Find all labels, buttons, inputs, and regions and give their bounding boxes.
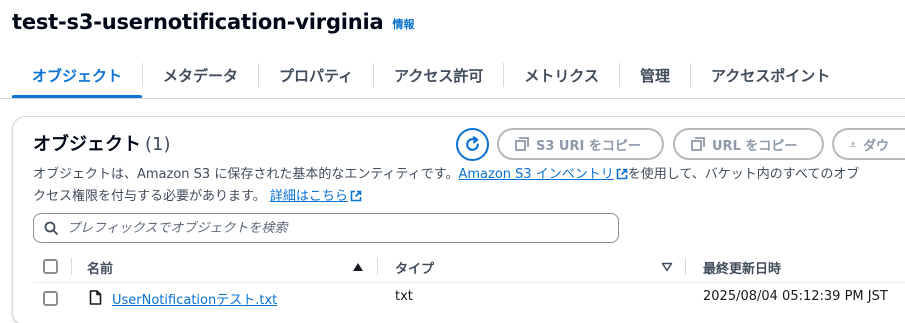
tab-permissions[interactable]: アクセス許可 xyxy=(374,52,503,98)
external-link-icon xyxy=(616,168,628,180)
search-input[interactable] xyxy=(67,220,587,236)
tab-management[interactable]: 管理 xyxy=(620,52,690,98)
table-header-border xyxy=(33,282,905,283)
column-header-name[interactable]: 名前 xyxy=(87,258,113,277)
refresh-button[interactable] xyxy=(456,128,489,161)
learn-more-link[interactable]: 詳細はこちら xyxy=(270,189,362,204)
copy-icon xyxy=(691,137,705,151)
search-box xyxy=(33,213,619,243)
panel-description: オブジェクトは、Amazon S3 に保存された基本的なエンティティです。Ama… xyxy=(33,164,905,208)
learn-more-link-text: 詳細はこちら xyxy=(269,189,348,204)
column-separator xyxy=(71,258,72,275)
row-checkbox[interactable] xyxy=(43,291,58,306)
download-button[interactable]: ダウ xyxy=(832,128,905,160)
copy-url-label: URL をコピー xyxy=(712,138,798,154)
copy-s3-uri-label: S3 URI をコピー xyxy=(536,138,641,154)
download-label: ダウ xyxy=(862,138,889,154)
column-header-type[interactable]: タイプ xyxy=(395,258,434,277)
tab-access-points[interactable]: アクセスポイント xyxy=(691,52,850,98)
external-link-icon xyxy=(350,190,362,202)
inventory-link-text: Amazon S3 インベントリ xyxy=(458,167,614,182)
tab-bar: オブジェクト メタデータ プロパティ アクセス許可 メトリクス 管理 アクセスポ… xyxy=(12,52,905,99)
search-icon xyxy=(44,221,58,235)
column-separator xyxy=(377,258,378,275)
object-name-link[interactable]: UserNotificationテスト.txt xyxy=(112,293,277,308)
table-row: UserNotificationテスト.txt xyxy=(112,289,277,308)
description-line-2: クセス権限を付与する必要があります。 詳細はこちら xyxy=(33,186,905,208)
panel-title-text: オブジェクト xyxy=(33,134,141,155)
object-type: txt xyxy=(395,289,413,304)
bucket-title: test-s3-usernotification-virginia xyxy=(12,10,384,34)
file-icon xyxy=(89,290,102,305)
copy-icon xyxy=(515,137,529,151)
tab-objects[interactable]: オブジェクト xyxy=(12,52,143,99)
description-text: クセス権限を付与する必要があります。 xyxy=(33,189,266,204)
copy-s3-uri-button[interactable]: S3 URI をコピー xyxy=(497,128,664,160)
tab-metrics[interactable]: メトリクス xyxy=(504,52,619,98)
column-header-last-modified[interactable]: 最終更新日時 xyxy=(703,258,781,277)
inventory-link[interactable]: Amazon S3 インベントリ xyxy=(458,167,628,182)
description-text: オブジェクトは、Amazon S3 に保存された基本的なエンティティです。 xyxy=(33,167,459,182)
column-separator xyxy=(685,258,686,275)
panel-title: オブジェクト (1) xyxy=(33,130,171,156)
sort-icon[interactable] xyxy=(661,262,673,272)
copy-url-button[interactable]: URL をコピー xyxy=(673,128,824,160)
select-all-checkbox[interactable] xyxy=(43,259,58,274)
sort-ascending-icon[interactable] xyxy=(352,262,364,272)
description-line-1: オブジェクトは、Amazon S3 に保存された基本的なエンティティです。Ama… xyxy=(33,164,905,186)
object-last-modified: 2025/08/04 05:12:39 PM JST xyxy=(703,289,888,304)
info-link[interactable]: 情報 xyxy=(393,16,415,32)
refresh-icon xyxy=(466,136,479,151)
tab-properties[interactable]: プロパティ xyxy=(259,52,373,98)
object-count: (1) xyxy=(145,134,171,155)
page-header: test-s3-usernotification-virginia 情報 xyxy=(12,8,415,36)
tabs-underline xyxy=(0,98,905,99)
download-icon xyxy=(850,141,856,147)
tab-metadata[interactable]: メタデータ xyxy=(143,52,258,98)
description-text: を使用して、バケット内のすべてのオブ xyxy=(627,167,860,182)
